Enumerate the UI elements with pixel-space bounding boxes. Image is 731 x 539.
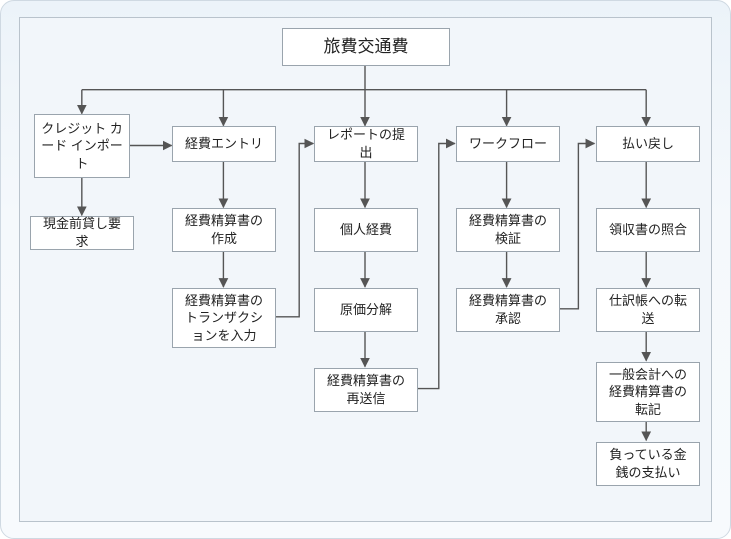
node-pay-amount-owed: 負っている金銭の支払い <box>596 442 700 486</box>
node-cost-breakdown: 原価分解 <box>314 288 418 332</box>
diagram-canvas: 旅費交通費 クレジット カード インポート 現金前貸し要求 経費エントリ 経費精… <box>0 0 731 539</box>
node-workflow: ワークフロー <box>456 126 560 162</box>
node-resubmit-expense-report: 経費精算書の再送信 <box>314 368 418 412</box>
node-credit-card-import: クレジット カード インポート <box>34 114 130 178</box>
node-create-expense-report: 経費精算書の作成 <box>172 208 276 252</box>
node-receipt-matching: 領収書の照合 <box>596 208 700 252</box>
node-reimbursement: 払い戻し <box>596 126 700 162</box>
node-enter-expense-transactions: 経費精算書のトランザクションを入力 <box>172 288 276 348</box>
node-submit-report: レポートの提出 <box>314 126 418 162</box>
node-approve-expense-report: 経費精算書の承認 <box>456 288 560 332</box>
node-validate-expense-report: 経費精算書の検証 <box>456 208 560 252</box>
node-root: 旅費交通費 <box>282 28 450 66</box>
node-post-to-general-ledger: 一般会計への経費精算書の転記 <box>596 362 700 422</box>
node-personal-expense: 個人経費 <box>314 208 418 252</box>
node-cash-advance-request: 現金前貸し要求 <box>30 216 134 250</box>
node-send-to-journal: 仕訳帳への転送 <box>596 288 700 332</box>
node-expense-entry: 経費エントリ <box>172 126 276 162</box>
diagram-inner-frame: 旅費交通費 クレジット カード インポート 現金前貸し要求 経費エントリ 経費精… <box>19 17 712 522</box>
